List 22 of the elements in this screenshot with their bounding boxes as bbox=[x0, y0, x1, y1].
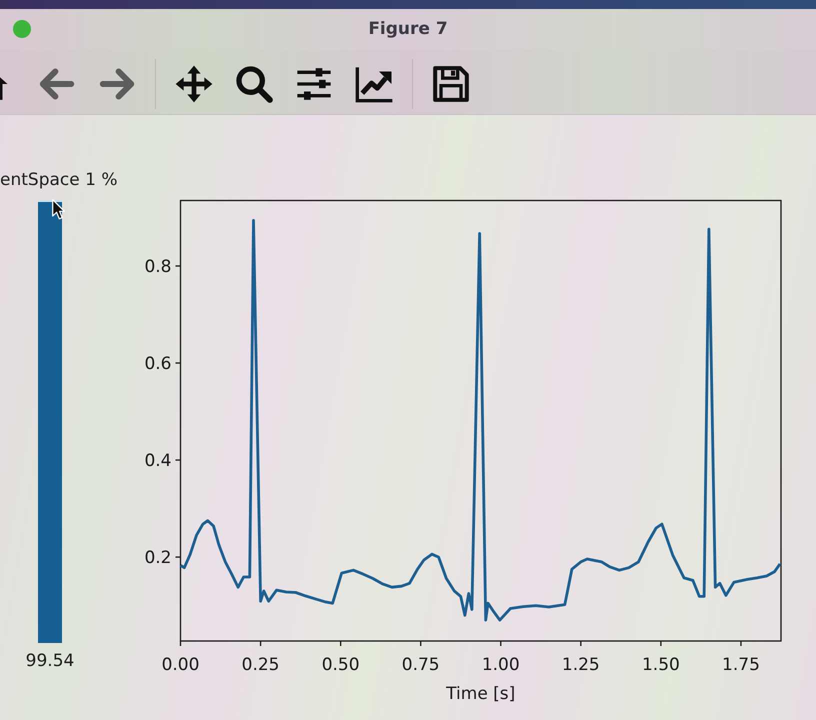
y-tick-label: 0.4 bbox=[144, 451, 172, 472]
mouse-pointer-icon bbox=[52, 199, 65, 220]
x-axis-label: Time [s] bbox=[446, 684, 516, 704]
y-tick-label: 0.8 bbox=[144, 257, 172, 277]
bar-value-label: 99.54 bbox=[26, 651, 74, 671]
x-tick-label: 0.00 bbox=[162, 655, 200, 675]
window-title: Figure 7 bbox=[368, 18, 448, 41]
x-tick-label: 0.75 bbox=[402, 655, 440, 675]
y-tick-label: 0.6 bbox=[144, 354, 172, 374]
x-tick-label: 1.00 bbox=[482, 655, 520, 675]
four-way-arrow-icon bbox=[174, 64, 214, 104]
magnifier-icon bbox=[234, 64, 274, 104]
zoom-button[interactable] bbox=[234, 64, 274, 104]
x-tick-label: 1.50 bbox=[642, 655, 680, 675]
y-tick-label: 0.2 bbox=[144, 548, 172, 568]
x-tick-label: 0.50 bbox=[322, 655, 360, 675]
x-tick-label: 1.75 bbox=[722, 655, 760, 675]
bar-label: entSpace 1 % bbox=[0, 170, 118, 190]
pan-button[interactable] bbox=[174, 64, 214, 104]
x-tick-label: 0.25 bbox=[242, 655, 280, 675]
x-tick-label: 1.25 bbox=[562, 655, 600, 675]
save-button[interactable] bbox=[431, 64, 471, 104]
